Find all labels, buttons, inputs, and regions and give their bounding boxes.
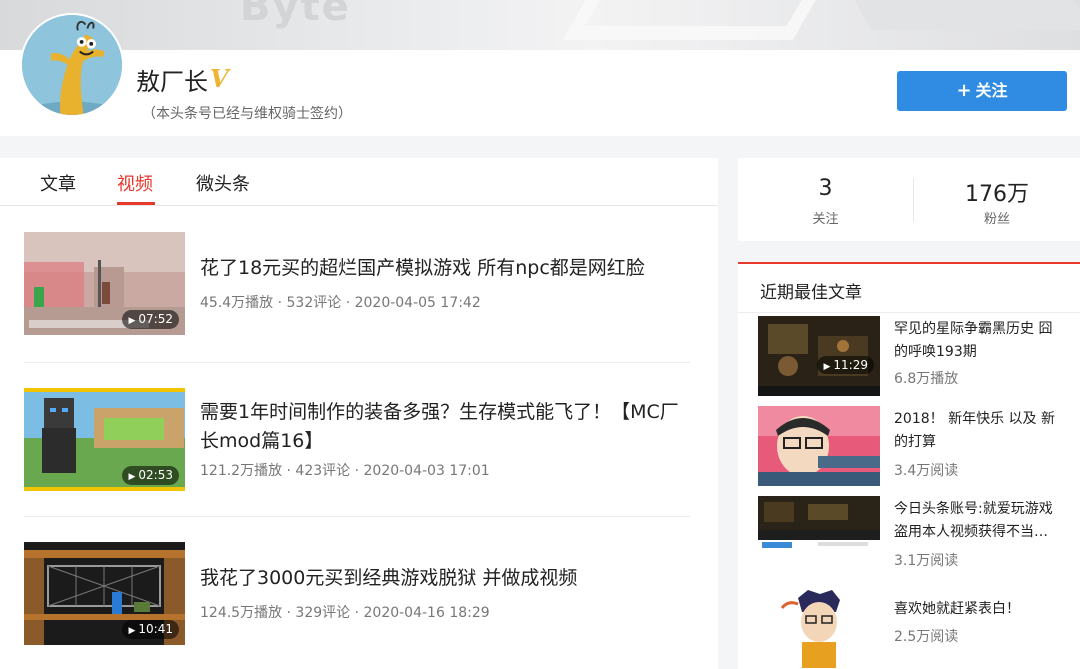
verified-badge: V bbox=[210, 64, 229, 93]
video-duration-badge: ▶ 10:41 bbox=[122, 620, 179, 639]
stats-card: 3 关注 176万 粉丝 bbox=[738, 158, 1080, 241]
article-meta: 2.5万阅读 bbox=[894, 629, 959, 645]
video-title[interactable]: 我花了3000元买到经典游戏脱狱 并做成视频 bbox=[200, 564, 680, 593]
article-item[interactable]: 今日头条账号:就爱玩游戏盗用本人视频获得不当… 3.1万阅读 bbox=[758, 496, 1080, 580]
article-title[interactable]: 罕见的星际争霸黑历史 囧的呼唤193期 bbox=[894, 318, 1064, 364]
follow-button[interactable]: + 关注 bbox=[897, 71, 1067, 111]
video-thumbnail[interactable]: ▶ 10:41 bbox=[24, 542, 185, 645]
thumbnail-image bbox=[758, 406, 880, 486]
video-title[interactable]: 花了18元买的超烂国产模拟游戏 所有npc都是网红脸 bbox=[200, 254, 680, 283]
article-meta: 3.1万阅读 bbox=[894, 553, 959, 569]
fans-count[interactable]: 176万 bbox=[914, 176, 1080, 208]
video-item[interactable]: ▶ 07:52 花了18元买的超烂国产模拟游戏 所有npc都是网红脸 45.4万播… bbox=[24, 232, 690, 336]
play-icon: ▶ bbox=[128, 472, 136, 482]
active-tab-indicator bbox=[117, 202, 155, 205]
profile-banner: Byte bbox=[0, 0, 1080, 50]
follow-button-label: 关注 bbox=[975, 81, 1008, 100]
content-panel: 文章 视频 微头条 ▶ 07:52 花了18元买的超烂国产模拟游戏 所有npc都是… bbox=[0, 158, 718, 669]
article-item[interactable]: 喜欢她就赶紧表白！ 2.5万阅读 bbox=[758, 588, 1080, 669]
article-item[interactable]: ▶ 11:29 罕见的星际争霸黑历史 囧的呼唤193期 6.8万播放 bbox=[758, 316, 1080, 400]
video-item[interactable]: ▶ 02:53 需要1年时间制作的装备多强？生存模式能飞了！【MC厂长mod篇16… bbox=[24, 388, 690, 492]
play-icon: ▶ bbox=[823, 362, 831, 372]
article-title[interactable]: 喜欢她就赶紧表白！ bbox=[894, 598, 1064, 621]
video-meta: 45.4万播放 · 532评论 · 2020-04-05 17:42 bbox=[200, 295, 481, 311]
thumbnail-image bbox=[758, 588, 880, 668]
following-count[interactable]: 3 bbox=[738, 176, 913, 201]
divider bbox=[738, 312, 1080, 313]
tab-articles[interactable]: 文章 bbox=[40, 170, 76, 196]
content-tabs: 文章 视频 微头条 bbox=[0, 158, 718, 206]
video-meta: 124.5万播放 · 329评论 · 2020-04-16 18:29 bbox=[200, 605, 490, 621]
video-thumbnail[interactable]: ▶ 02:53 bbox=[24, 388, 185, 491]
plus-icon: + bbox=[956, 80, 972, 101]
article-meta: 6.8万播放 bbox=[894, 371, 959, 387]
video-duration-badge: ▶ 07:52 bbox=[122, 310, 179, 329]
avatar[interactable] bbox=[20, 13, 124, 117]
video-duration-badge: ▶ 11:29 bbox=[817, 356, 874, 374]
profile-name: 敖厂长 bbox=[136, 68, 208, 96]
play-icon: ▶ bbox=[128, 316, 136, 326]
fans-label[interactable]: 粉丝 bbox=[914, 208, 1080, 227]
thumbnail-image bbox=[758, 496, 880, 576]
article-meta: 3.4万阅读 bbox=[894, 463, 959, 479]
banner-decoration bbox=[848, 0, 1080, 30]
tab-micro-posts[interactable]: 微头条 bbox=[196, 170, 250, 196]
article-thumbnail[interactable] bbox=[758, 496, 880, 576]
banner-decoration bbox=[562, 0, 828, 40]
following-label[interactable]: 关注 bbox=[738, 208, 913, 227]
banner-watermark: Byte bbox=[240, 0, 351, 30]
article-thumbnail[interactable] bbox=[758, 588, 880, 668]
profile-subtitle: （本头条号已经与维权骑士签约） bbox=[142, 106, 352, 122]
video-duration-badge: ▶ 02:53 bbox=[122, 466, 179, 485]
tab-videos[interactable]: 视频 bbox=[117, 170, 153, 196]
video-meta: 121.2万播放 · 423评论 · 2020-04-03 17:01 bbox=[200, 463, 490, 479]
article-thumbnail[interactable] bbox=[758, 406, 880, 486]
article-title[interactable]: 2018！ 新年快乐 以及 新的打算 bbox=[894, 408, 1064, 454]
video-thumbnail[interactable]: ▶ 07:52 bbox=[24, 232, 185, 335]
video-item[interactable]: ▶ 10:41 我花了3000元买到经典游戏脱狱 并做成视频 124.5万播放 ·… bbox=[24, 542, 690, 646]
best-articles-heading: 近期最佳文章 bbox=[760, 283, 862, 303]
article-title[interactable]: 今日头条账号:就爱玩游戏盗用本人视频获得不当… bbox=[894, 498, 1064, 544]
play-icon: ▶ bbox=[128, 626, 136, 636]
avatar-image bbox=[22, 15, 122, 115]
article-item[interactable]: 2018！ 新年快乐 以及 新的打算 3.4万阅读 bbox=[758, 406, 1080, 490]
divider bbox=[24, 516, 690, 517]
best-articles-panel: 近期最佳文章 ▶ 11:29 罕见的星际争霸黑历史 囧的呼唤193期 6.8万播放 bbox=[738, 262, 1080, 669]
divider bbox=[24, 362, 690, 363]
video-title[interactable]: 需要1年时间制作的装备多强？生存模式能飞了！【MC厂长mod篇16】 bbox=[200, 398, 680, 456]
article-thumbnail[interactable]: ▶ 11:29 bbox=[758, 316, 880, 396]
